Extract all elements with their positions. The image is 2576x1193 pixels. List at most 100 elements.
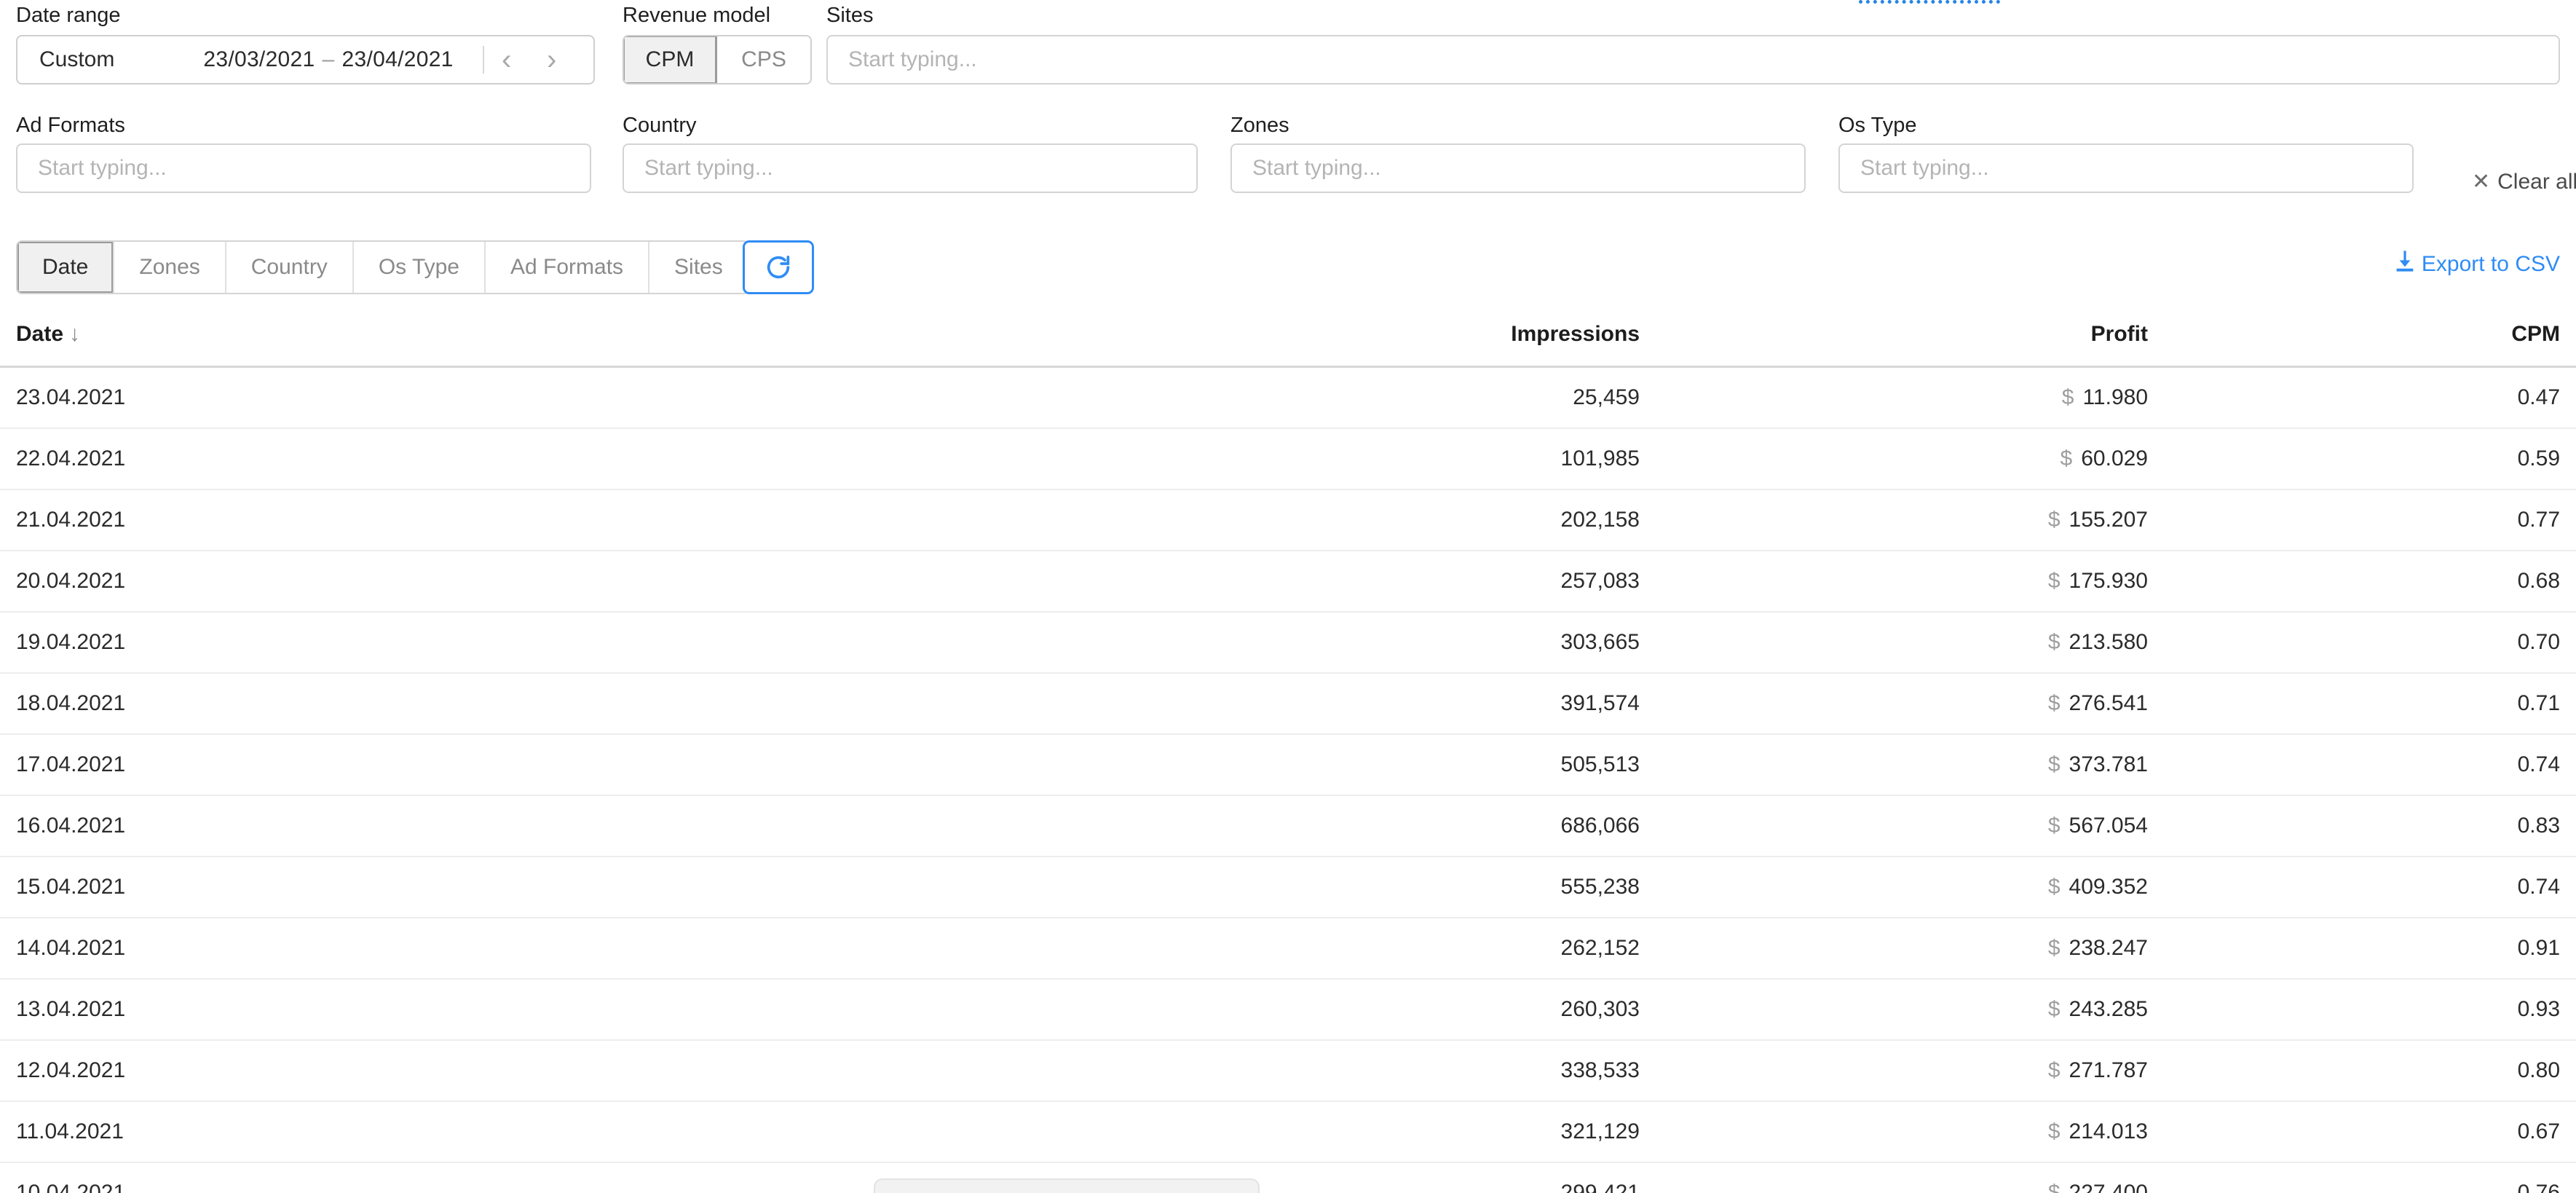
- table-row[interactable]: 16.04.2021 686,066 $567.054 0.83: [0, 795, 2576, 857]
- tab-os-type[interactable]: Os Type: [353, 242, 486, 293]
- cell-date: 23.04.2021: [0, 366, 845, 429]
- export-to-csv-button[interactable]: Export to CSV: [2395, 251, 2560, 278]
- cell-impressions: 101,985: [845, 428, 1660, 490]
- tab-ad-formats[interactable]: Ad Formats: [485, 242, 650, 293]
- currency-symbol: $: [2060, 446, 2073, 470]
- date-range-preset[interactable]: Custom: [17, 47, 114, 72]
- report-table: Date ↓ Impressions Profit CPM 23.04.2021 2…: [0, 312, 2576, 1193]
- revenue-model-cpm-button[interactable]: CPM: [624, 36, 717, 83]
- table-row[interactable]: 15.04.2021 555,238 $409.352 0.74: [0, 857, 2576, 918]
- column-header-cpm[interactable]: CPM: [2170, 312, 2576, 368]
- cell-profit: $227.400: [1660, 1162, 2170, 1193]
- cell-profit: $243.285: [1660, 979, 2170, 1041]
- cell-impressions: 260,303: [845, 979, 1660, 1041]
- cell-impressions: 257,083: [845, 551, 1660, 613]
- refresh-icon: [764, 253, 793, 282]
- column-header-impressions[interactable]: Impressions: [845, 312, 1660, 368]
- table-row[interactable]: 19.04.2021 303,665 $213.580 0.70: [0, 612, 2576, 674]
- ad-formats-input[interactable]: [16, 143, 591, 193]
- currency-symbol: $: [2047, 1119, 2061, 1143]
- column-header-profit[interactable]: Profit: [1660, 312, 2170, 368]
- date-range-dash: –: [322, 47, 335, 71]
- revenue-model-toggle: CPM CPS: [623, 35, 812, 84]
- cell-profit: $214.013: [1660, 1101, 2170, 1163]
- cell-date: 17.04.2021: [0, 734, 845, 796]
- cell-cpm: 0.47: [2170, 366, 2576, 429]
- chevron-right-icon[interactable]: ›: [529, 37, 574, 82]
- currency-symbol: $: [2047, 875, 2061, 899]
- date-range-value[interactable]: 23/03/2021–23/04/2021: [203, 47, 453, 72]
- table-row[interactable]: 14.04.2021 262,152 $238.247 0.91: [0, 918, 2576, 980]
- column-header-date[interactable]: Date ↓: [0, 312, 845, 368]
- table-row[interactable]: 12.04.2021 338,533 $271.787 0.80: [0, 1040, 2576, 1102]
- cell-date: 19.04.2021: [0, 612, 845, 674]
- clear-all-label: Clear all: [2497, 169, 2576, 194]
- cell-date: 10.04.2021: [0, 1162, 845, 1193]
- country-input[interactable]: [623, 143, 1198, 193]
- tab-country[interactable]: Country: [226, 242, 354, 293]
- zones-label: Zones: [1230, 114, 1289, 137]
- revenue-model-cps-button[interactable]: CPS: [717, 36, 810, 83]
- cell-date: 20.04.2021: [0, 551, 845, 613]
- table-row[interactable]: 13.04.2021 260,303 $243.285 0.93: [0, 979, 2576, 1041]
- revenue-model-label: Revenue model: [623, 4, 771, 27]
- currency-symbol: $: [2047, 630, 2061, 654]
- download-icon: [2395, 251, 2414, 278]
- cell-cpm: 0.80: [2170, 1040, 2576, 1102]
- currency-symbol: $: [2047, 691, 2061, 715]
- cell-profit: $213.580: [1660, 612, 2170, 674]
- cell-profit: $155.207: [1660, 489, 2170, 551]
- country-label: Country: [623, 114, 697, 137]
- currency-symbol: $: [2047, 508, 2061, 532]
- cell-profit: $409.352: [1660, 857, 2170, 918]
- cell-profit: $271.787: [1660, 1040, 2170, 1102]
- date-range-label: Date range: [16, 4, 121, 27]
- clear-all-button[interactable]: ✕ Clear all: [2472, 169, 2576, 194]
- sites-label: Sites: [826, 4, 874, 27]
- horizontal-scrollbar[interactable]: [874, 1178, 1260, 1193]
- sites-input[interactable]: [826, 35, 2560, 84]
- report-table-container: Date ↓ Impressions Profit CPM 23.04.2021 2…: [0, 312, 2576, 1193]
- date-range-nav: ‹ ›: [484, 37, 574, 82]
- table-row[interactable]: 22.04.2021 101,985 $60.029 0.59: [0, 428, 2576, 490]
- table-header-row: Date ↓ Impressions Profit CPM: [0, 312, 2576, 368]
- chevron-left-icon[interactable]: ‹: [484, 37, 529, 82]
- table-row[interactable]: 17.04.2021 505,513 $373.781 0.74: [0, 734, 2576, 796]
- table-row[interactable]: 10.04.2021 299,421 $227.400 0.76: [0, 1162, 2576, 1193]
- cell-date: 14.04.2021: [0, 918, 845, 980]
- cell-profit: $276.541: [1660, 673, 2170, 735]
- tab-zones[interactable]: Zones: [114, 242, 226, 293]
- cell-cpm: 0.76: [2170, 1162, 2576, 1193]
- tab-date[interactable]: Date: [17, 242, 115, 293]
- cell-cpm: 0.74: [2170, 734, 2576, 796]
- date-range-picker[interactable]: Custom 23/03/2021–23/04/2021 ‹ ›: [16, 35, 595, 84]
- cell-date: 22.04.2021: [0, 428, 845, 490]
- currency-symbol: $: [2047, 997, 2061, 1021]
- currency-symbol: $: [2047, 936, 2061, 960]
- date-range-start: 23/03/2021: [203, 47, 315, 71]
- table-row[interactable]: 23.04.2021 25,459 $11.980 0.47: [0, 366, 2576, 429]
- table-row[interactable]: 20.04.2021 257,083 $175.930 0.68: [0, 551, 2576, 613]
- cell-cpm: 0.71: [2170, 673, 2576, 735]
- cell-cpm: 0.83: [2170, 795, 2576, 857]
- cell-date: 18.04.2021: [0, 673, 845, 735]
- refresh-button[interactable]: [743, 240, 814, 294]
- cell-date: 21.04.2021: [0, 489, 845, 551]
- grouping-toolbar: Date Zones Country Os Type Ad Formats Si…: [0, 240, 2576, 297]
- tab-sites[interactable]: Sites: [649, 242, 748, 293]
- table-row[interactable]: 21.04.2021 202,158 $155.207 0.77: [0, 489, 2576, 551]
- table-row[interactable]: 11.04.2021 321,129 $214.013 0.67: [0, 1101, 2576, 1163]
- zones-input[interactable]: [1230, 143, 1806, 193]
- cell-cpm: 0.91: [2170, 918, 2576, 980]
- table-row[interactable]: 18.04.2021 391,574 $276.541 0.71: [0, 673, 2576, 735]
- cell-profit: $373.781: [1660, 734, 2170, 796]
- currency-symbol: $: [2047, 814, 2061, 838]
- cell-impressions: 505,513: [845, 734, 1660, 796]
- cell-impressions: 555,238: [845, 857, 1660, 918]
- os-type-input[interactable]: [1838, 143, 2414, 193]
- cell-date: 16.04.2021: [0, 795, 845, 857]
- cell-cpm: 0.70: [2170, 612, 2576, 674]
- column-header-date-label: Date: [16, 322, 64, 346]
- currency-symbol: $: [2061, 385, 2074, 409]
- cell-impressions: 202,158: [845, 489, 1660, 551]
